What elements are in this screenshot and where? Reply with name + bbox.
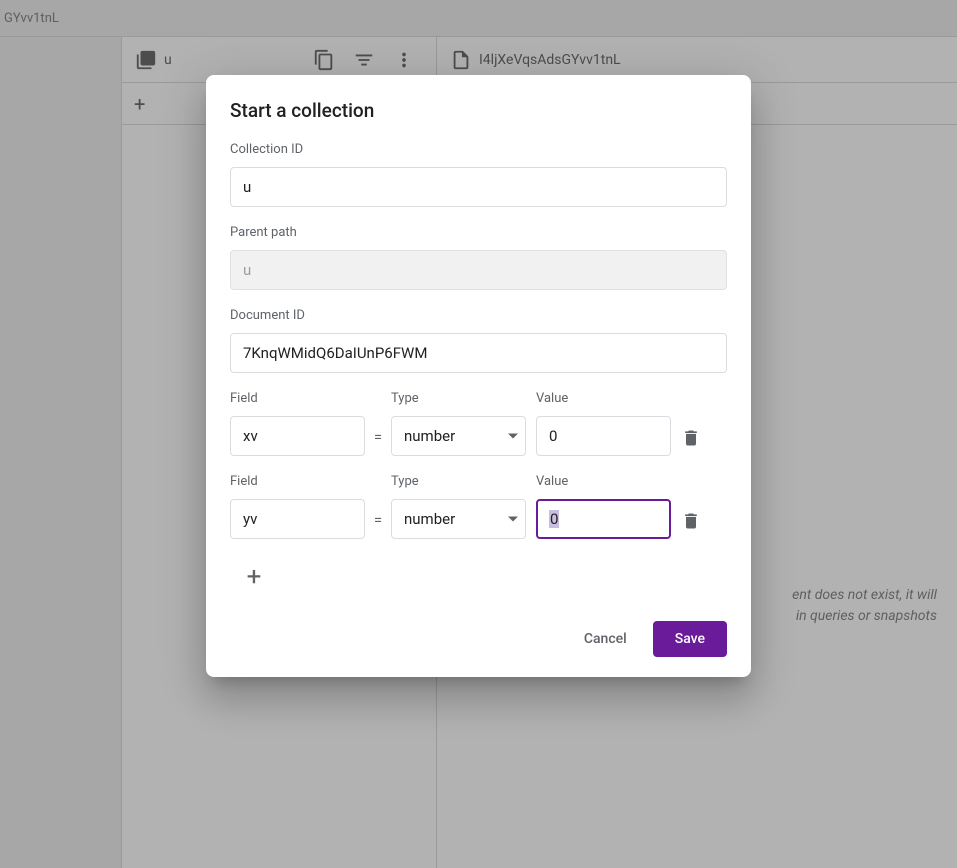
parent-path-input	[230, 250, 727, 290]
modal-overlay[interactable]: Start a collection Collection ID Parent …	[0, 0, 957, 868]
trash-icon	[681, 428, 701, 448]
field-name-input[interactable]	[230, 499, 365, 539]
field-value-input[interactable]: 0	[536, 499, 671, 539]
field-row: Field = Type Value	[230, 391, 727, 456]
trash-icon	[681, 511, 701, 531]
add-field-button[interactable]: +	[240, 563, 268, 591]
type-select[interactable]	[391, 416, 526, 456]
field-label: Field	[230, 474, 365, 489]
delete-field-button[interactable]	[681, 428, 701, 452]
equals-sign: =	[365, 511, 391, 539]
plus-icon: +	[247, 562, 262, 592]
dialog-actions: Cancel Save	[230, 621, 727, 657]
cancel-button[interactable]: Cancel	[566, 621, 645, 657]
value-label: Value	[536, 391, 671, 406]
start-collection-dialog: Start a collection Collection ID Parent …	[206, 75, 751, 677]
document-id-label: Document ID	[230, 308, 727, 323]
type-label: Type	[391, 391, 526, 406]
type-select[interactable]	[391, 499, 526, 539]
save-button[interactable]: Save	[653, 621, 727, 657]
field-value-input[interactable]	[536, 416, 671, 456]
equals-sign: =	[365, 428, 391, 456]
dialog-title: Start a collection	[230, 99, 727, 122]
field-row: Field = Type Value 0	[230, 474, 727, 539]
document-id-input[interactable]	[230, 333, 727, 373]
value-label: Value	[536, 474, 671, 489]
field-name-input[interactable]	[230, 416, 365, 456]
selected-value-text: 0	[549, 510, 559, 528]
collection-id-input[interactable]	[230, 167, 727, 207]
field-label: Field	[230, 391, 365, 406]
type-select-display[interactable]	[391, 499, 526, 539]
parent-path-label: Parent path	[230, 225, 727, 240]
type-select-display[interactable]	[391, 416, 526, 456]
delete-field-button[interactable]	[681, 511, 701, 535]
collection-id-label: Collection ID	[230, 142, 727, 157]
type-label: Type	[391, 474, 526, 489]
